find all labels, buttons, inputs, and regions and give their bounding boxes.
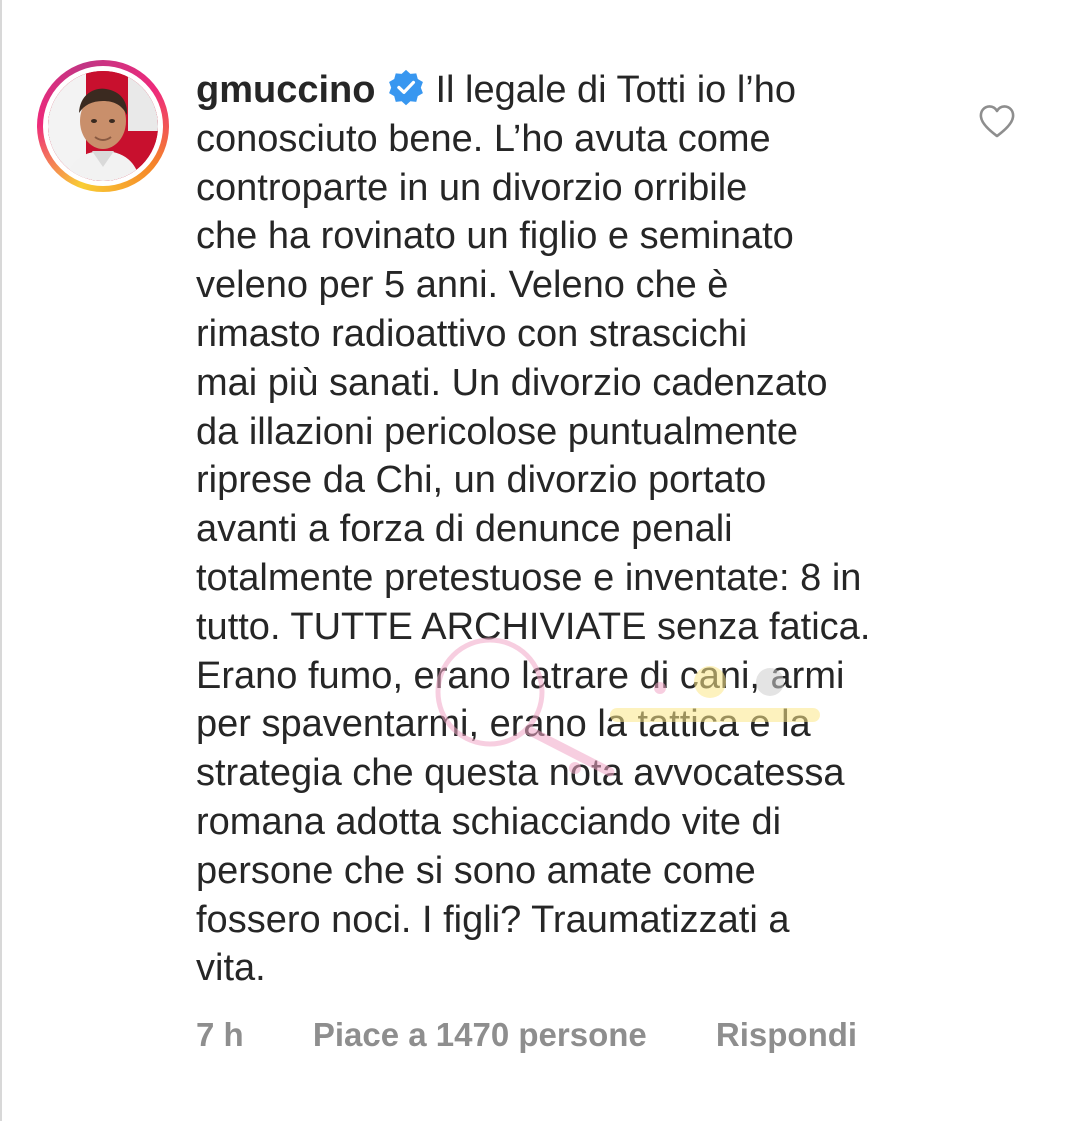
comment-item: gmuccino Il legale di Totti io l’ho conos…: [0, 0, 1080, 1121]
timestamp: 7 h: [196, 1016, 244, 1053]
comment-body: gmuccino Il legale di Totti io l’ho conos…: [196, 66, 956, 993]
comment-text-line: conosciuto bene. L’ho avuta come: [196, 117, 771, 160]
comment-text-line: vita.: [196, 947, 266, 990]
comment-text-line: riprese da Chi, un divorzio portato: [196, 459, 767, 502]
comment-text-line: rimasto radioattivo con strascichi: [196, 312, 748, 355]
comment-text-line: fossero noci. I figli? Traumatizzati a: [196, 898, 790, 941]
comment-first-line: gmuccino Il legale di Totti io l’ho: [196, 66, 956, 115]
verified-badge-icon: [389, 69, 424, 106]
comment-text-line: totalmente pretestuose e inventate: 8 in: [196, 556, 862, 599]
reply-button[interactable]: Rispondi: [716, 1016, 857, 1054]
avatar-portrait-image: [48, 71, 158, 181]
comment-text-line: da illazioni pericolose puntualmente: [196, 410, 799, 453]
comment-text-line: tutto. TUTTE ARCHIVIATE senza fatica.: [196, 605, 871, 648]
avatar[interactable]: [48, 71, 158, 181]
comment-text-line: avanti a forza di denunce penali: [196, 508, 733, 551]
likes-count-link[interactable]: Piace a 1470 persone: [313, 1016, 647, 1054]
avatar-story-ring[interactable]: [37, 60, 169, 192]
comment-text-line: persone che si sono amate come: [196, 849, 756, 892]
comment-footer: 7 h Piace a 1470 persone Rispondi: [196, 1016, 857, 1054]
heart-outline-icon[interactable]: [978, 103, 1016, 139]
comment-text-line: Il legale di Totti io l’ho: [435, 69, 796, 111]
username-link[interactable]: gmuccino: [196, 69, 375, 111]
comment-text-line: strategia che questa nota avvocatessa: [196, 752, 845, 795]
comment-text-line: veleno per 5 anni. Veleno che è: [196, 264, 729, 307]
comment-text-line: mai più sanati. Un divorzio cadenzato: [196, 361, 828, 404]
comment-text-line: controparte in un divorzio orribile: [196, 166, 748, 209]
comment-text-line: Erano fumo, erano latrare di cani, armi: [196, 654, 845, 697]
comment-text-line: per spaventarmi, erano la tattica e la: [196, 703, 811, 746]
comment-text-line: romana adotta schiacciando vite di: [196, 800, 782, 843]
comment-text-line: che ha rovinato un figlio e seminato: [196, 215, 794, 258]
